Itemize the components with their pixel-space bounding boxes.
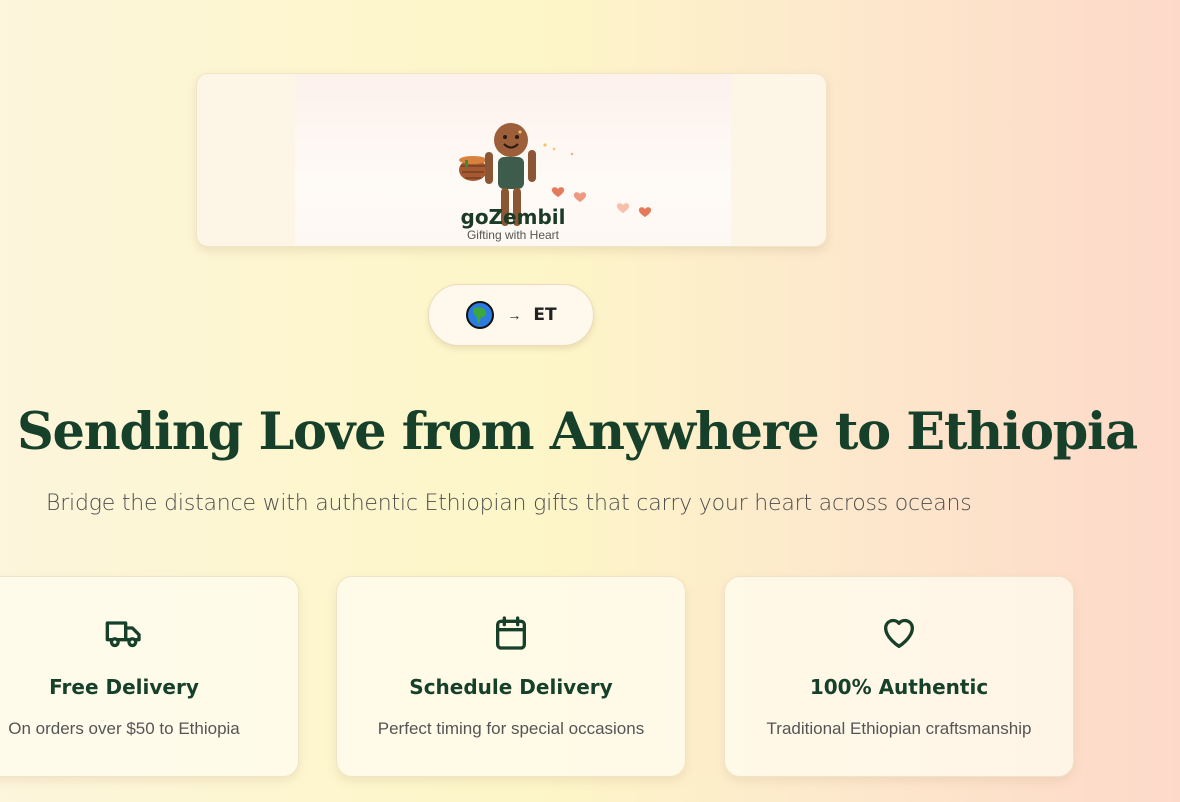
hero-headline: Sending Love from Anywhere to Ethiopia — [17, 402, 1138, 462]
feature-description: Perfect timing for special occasions — [377, 719, 645, 738]
brand-banner: goZembil Gifting with Heart — [196, 73, 827, 247]
hero-subheadline: Bridge the distance with authentic Ethio… — [46, 491, 972, 516]
feature-title: Schedule Delivery — [409, 675, 613, 699]
brand-name: goZembil — [460, 205, 566, 229]
feature-description: Traditional Ethiopian craftsmanship — [766, 719, 1032, 738]
feature-title: 100% Authentic — [809, 675, 989, 699]
brand-tagline: Gifting with Heart — [466, 228, 560, 242]
locale-arrow: → — [507, 307, 522, 323]
feature-card-authentic: 100% Authentic Traditional Ethiopian cra… — [724, 576, 1074, 777]
calendar-icon — [496, 616, 526, 650]
globe-icon — [466, 301, 495, 329]
feature-card-schedule-delivery: Schedule Delivery Perfect timing for spe… — [336, 576, 686, 777]
feature-description: On orders over $50 to Ethiopia — [8, 719, 240, 738]
feature-title: Free Delivery — [49, 675, 199, 699]
feature-card-free-delivery: Free Delivery On orders over $50 to Ethi… — [0, 576, 299, 777]
heart-icon — [884, 618, 914, 648]
country-code: ET — [533, 305, 557, 325]
locale-selector[interactable]: → ET — [428, 284, 594, 346]
truck-icon — [105, 621, 141, 648]
banner-illustration-panel: goZembil Gifting with Heart — [295, 74, 731, 246]
